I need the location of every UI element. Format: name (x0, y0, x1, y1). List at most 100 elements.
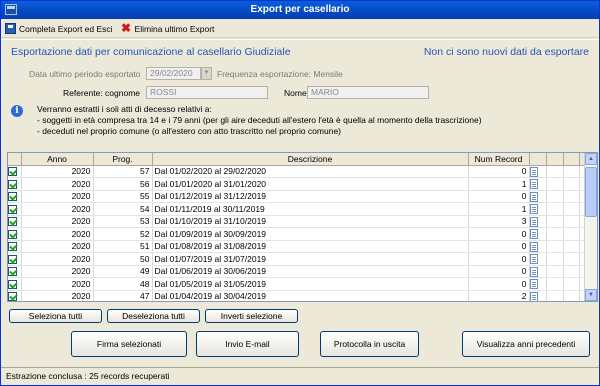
document-icon[interactable] (529, 216, 538, 227)
cell-doc (529, 240, 547, 253)
cell-anno: 2020 (21, 240, 94, 253)
table-row[interactable]: 2020 50 Dal 01/07/2019 al 31/07/2019 0 (8, 252, 596, 266)
cell-doc (529, 277, 547, 291)
cell-extra (563, 202, 580, 216)
document-icon[interactable] (529, 179, 538, 190)
cell-anno: 2020 (21, 290, 94, 301)
chevron-down-icon[interactable]: ▼ (201, 67, 212, 80)
status-bar: Estrazione conclusa : 25 records recuper… (1, 367, 599, 385)
select-all-button[interactable]: Seleziona tutti (9, 309, 102, 323)
cell-descrizione: Dal 01/09/2019 al 30/09/2019 (152, 227, 469, 241)
table-row[interactable]: 2020 51 Dal 01/08/2019 al 31/08/2019 0 (8, 240, 596, 253)
cell-descrizione: Dal 01/07/2019 al 31/07/2019 (152, 252, 469, 266)
window-title: Export per casellario (250, 4, 350, 15)
header-anno[interactable]: Anno (21, 153, 94, 166)
checkbox-icon[interactable] (8, 242, 17, 252)
info-text: Verranno estratti i soli atti di decesso… (37, 104, 482, 137)
table-row[interactable]: 2020 49 Dal 01/06/2019 al 30/06/2019 0 (8, 265, 596, 278)
complete-export-button[interactable]: Completa Export ed Esci (5, 23, 113, 34)
checkbox-icon[interactable] (8, 267, 17, 277)
last-period-field[interactable]: 29/02/2020 (146, 67, 201, 80)
document-icon[interactable] (529, 254, 538, 265)
info-line: - deceduti nel proprio comune (o all'est… (37, 126, 341, 136)
document-icon[interactable] (529, 241, 538, 252)
checkbox-icon[interactable] (8, 292, 17, 301)
row-checkbox (8, 202, 22, 216)
document-icon[interactable] (529, 204, 538, 215)
cell-num-record: 3 (468, 215, 530, 228)
table-row[interactable]: 2020 52 Dal 01/09/2019 al 30/09/2019 0 (8, 227, 596, 241)
checkbox-icon[interactable] (8, 179, 17, 189)
table-row[interactable]: 2020 54 Dal 01/11/2019 al 30/11/2019 1 (8, 202, 596, 216)
deselect-all-button[interactable]: Deseleziona tutti (107, 309, 200, 323)
document-icon[interactable] (529, 266, 538, 277)
checkbox-icon[interactable] (8, 167, 17, 177)
header-check (8, 153, 22, 166)
cell-extra (546, 165, 564, 178)
scrollbar-thumb[interactable] (585, 167, 597, 217)
document-icon[interactable] (529, 279, 538, 290)
cell-extra (546, 277, 564, 291)
table-row[interactable]: 2020 53 Dal 01/10/2019 al 31/10/2019 3 (8, 215, 596, 228)
row-checkbox (8, 277, 22, 291)
cell-prog: 55 (93, 190, 153, 203)
cell-descrizione: Dal 01/02/2020 al 29/02/2020 (152, 165, 469, 178)
status-message: Non ci sono nuovi dati da esportare (423, 46, 589, 58)
scroll-down-icon[interactable]: ▼ (585, 289, 597, 301)
table-row[interactable]: 2020 48 Dal 01/05/2019 al 31/05/2019 0 (8, 277, 596, 291)
send-email-button[interactable]: Invio E-mail (196, 331, 299, 357)
ref-surname-field[interactable]: ROSSI (146, 86, 268, 99)
last-period-label: Data ultimo periodo esportato (29, 69, 141, 79)
cell-anno: 2020 (21, 265, 94, 278)
row-checkbox (8, 215, 22, 228)
cell-descrizione: Dal 01/08/2019 al 31/08/2019 (152, 240, 469, 253)
cell-num-record: 0 (468, 190, 530, 203)
document-icon[interactable] (529, 191, 538, 202)
name-label: Nome (284, 88, 307, 98)
cell-doc (529, 165, 547, 178)
delete-last-export-button[interactable]: ✖ Elimina ultimo Export (121, 21, 215, 35)
cell-num-record: 0 (468, 265, 530, 278)
cell-extra (563, 240, 580, 253)
checkbox-icon[interactable] (8, 229, 17, 239)
cell-anno: 2020 (21, 227, 94, 241)
scroll-up-icon[interactable]: ▲ (585, 153, 597, 165)
document-icon[interactable] (529, 291, 538, 301)
cell-extra (563, 265, 580, 278)
checkbox-icon[interactable] (8, 254, 17, 264)
checkbox-icon[interactable] (8, 192, 17, 202)
view-previous-years-button[interactable]: Visualizza anni precedenti (462, 331, 590, 357)
checkbox-icon[interactable] (8, 279, 17, 289)
exports-table[interactable]: Anno Prog. Descrizione Num Record 2020 57… (7, 152, 598, 302)
complete-export-label: Completa Export ed Esci (19, 23, 113, 34)
vertical-scrollbar[interactable]: ▲ ▼ (584, 153, 597, 301)
cell-extra (546, 202, 564, 216)
cell-prog: 50 (93, 252, 153, 266)
cell-doc (529, 252, 547, 266)
header-descrizione[interactable]: Descrizione (152, 153, 469, 166)
cell-extra (563, 290, 580, 301)
invert-selection-button[interactable]: Inverti selezione (205, 309, 298, 323)
cell-doc (529, 290, 547, 301)
header-prog[interactable]: Prog. (93, 153, 153, 166)
cell-descrizione: Dal 01/04/2019 al 30/04/2019 (152, 290, 469, 301)
sign-selected-button[interactable]: Firma selezionati (71, 331, 187, 357)
cell-num-record: 0 (468, 165, 530, 178)
row-checkbox (8, 265, 22, 278)
table-row[interactable]: 2020 57 Dal 01/02/2020 al 29/02/2020 0 (8, 165, 596, 178)
delete-last-export-label: Elimina ultimo Export (134, 23, 215, 34)
delete-icon: ✖ (121, 21, 132, 35)
name-field[interactable]: MARIO (307, 86, 429, 99)
title-bar: Export per casellario (1, 1, 599, 19)
protocol-outgoing-button[interactable]: Protocolla in uscita (320, 331, 419, 357)
ref-surname-label: Referente: cognome (63, 88, 141, 98)
checkbox-icon[interactable] (8, 217, 17, 227)
table-row[interactable]: 2020 55 Dal 01/12/2019 al 31/12/2019 0 (8, 190, 596, 203)
cell-num-record: 0 (468, 227, 530, 241)
table-row[interactable]: 2020 47 Dal 01/04/2019 al 30/04/2019 2 (8, 290, 596, 301)
header-num-record[interactable]: Num Record (468, 153, 530, 166)
checkbox-icon[interactable] (8, 204, 17, 214)
table-row[interactable]: 2020 56 Dal 01/01/2020 al 31/01/2020 1 (8, 177, 596, 191)
document-icon[interactable] (529, 229, 538, 240)
document-icon[interactable] (529, 166, 538, 177)
